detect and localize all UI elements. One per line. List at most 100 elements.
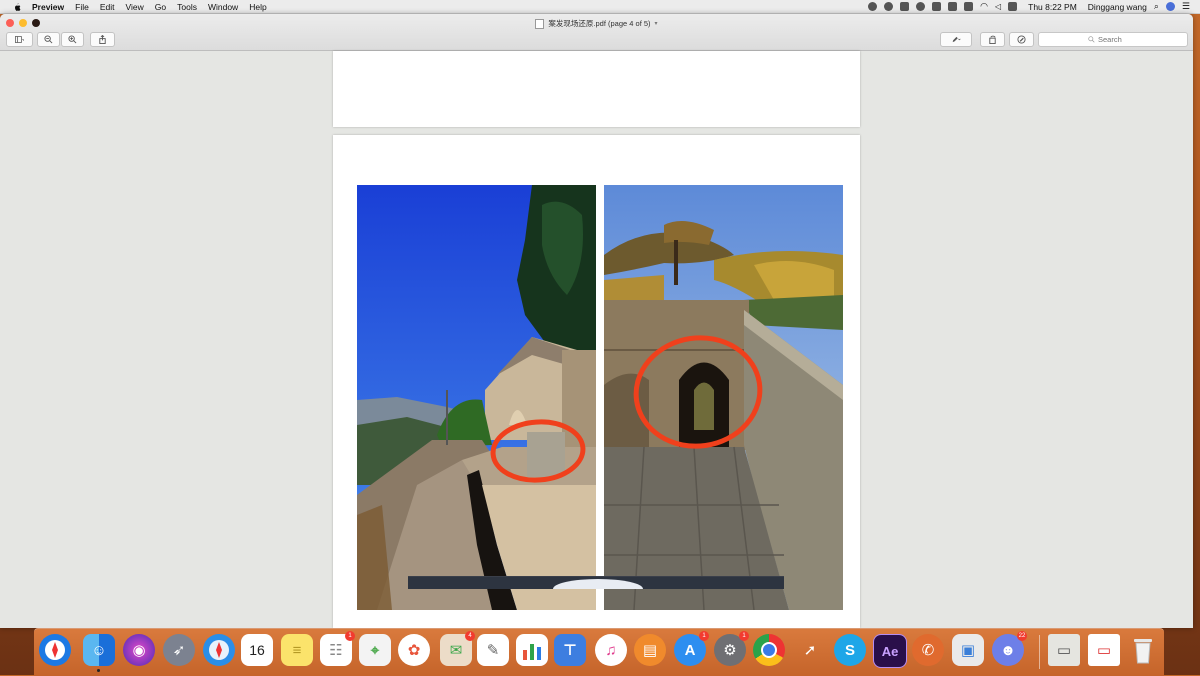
search-input[interactable]: [1098, 35, 1138, 44]
window-title-text: 案发现场还原.pdf (page 4 of 5): [548, 19, 651, 28]
markup-toolbar-button[interactable]: [1009, 32, 1034, 47]
dock-cursor-app[interactable]: ➚: [794, 634, 826, 666]
titlebar: 案发现场还原.pdf (page 4 of 5) ▾: [0, 14, 1193, 51]
status-area: ◠ ◁ Thu 8:22 PM Dinggang wang ⌕ ☰: [868, 1, 1190, 12]
pdf-page-3[interactable]: [333, 51, 860, 127]
menubar-clock[interactable]: Thu 8:22 PM: [1028, 2, 1077, 12]
dock-trash[interactable]: [1127, 634, 1159, 666]
dock-siri[interactable]: ◉: [123, 634, 155, 666]
dock-separator: [1039, 635, 1040, 669]
messages-icon: ✉: [449, 642, 463, 659]
discord-badge: 22: [1017, 631, 1027, 641]
menu-help[interactable]: Help: [249, 2, 266, 12]
after-effects-icon: Ae: [881, 643, 899, 659]
reminders-icon: ☷: [329, 642, 343, 659]
app-store-badge: 1: [699, 631, 709, 641]
dock-safari-downloads[interactable]: [39, 634, 71, 666]
pdf-page-4[interactable]: [333, 135, 860, 628]
dock-photos[interactable]: ✿: [398, 634, 430, 666]
dock-whatsapp[interactable]: ✆: [912, 634, 944, 666]
finder-icon: ☺: [91, 641, 107, 659]
running-dot: [97, 669, 100, 672]
wifi-icon[interactable]: ◠: [980, 1, 988, 12]
reminders-badge: 1: [345, 631, 355, 641]
dock-reminders[interactable]: ☷ 1: [320, 631, 355, 666]
menu-go[interactable]: Go: [155, 2, 166, 12]
dock-skype[interactable]: S: [834, 634, 866, 666]
search-icon: [1088, 36, 1095, 43]
menu-file[interactable]: File: [75, 2, 89, 12]
dock-maps[interactable]: ⌖: [359, 634, 391, 666]
status-icon-6[interactable]: [948, 2, 958, 11]
messages-badge: 4: [465, 631, 475, 641]
dock-ibooks[interactable]: ▤: [634, 634, 666, 666]
markup-pen-button[interactable]: [940, 32, 972, 47]
dock-launchpad[interactable]: ➶: [163, 634, 195, 666]
dock-system-preferences[interactable]: ⚙ 1: [714, 631, 749, 666]
rotate-icon: [989, 35, 996, 44]
markup-icon: [1017, 35, 1026, 44]
mouse-cursor-icon: ➚: [803, 642, 817, 659]
gear-icon: ⚙: [723, 642, 737, 659]
zoom-in-icon: [68, 35, 77, 44]
dock-calendar[interactable]: 16: [241, 634, 273, 666]
dock-numbers[interactable]: [516, 634, 548, 666]
app-store-icon: A: [684, 641, 696, 659]
status-icon-1[interactable]: [868, 2, 878, 11]
calendar-date: 16: [249, 642, 265, 658]
compass-icon: [45, 640, 65, 660]
status-icon-5[interactable]: [932, 2, 942, 11]
dock-messages[interactable]: ✉ 4: [440, 631, 475, 666]
zoom-in-button[interactable]: [61, 32, 84, 47]
zoom-out-button[interactable]: [37, 32, 60, 47]
share-button[interactable]: [90, 32, 115, 47]
status-icon-2[interactable]: [884, 2, 894, 11]
whatsapp-icon: ✆: [921, 642, 935, 659]
dock-app-store[interactable]: A 1: [674, 631, 709, 666]
dock-textedit[interactable]: ✎: [477, 634, 509, 666]
photo-hillside-path: [357, 185, 596, 610]
notification-center-icon[interactable]: ☰: [1182, 1, 1190, 12]
trash-icon: [1134, 639, 1152, 664]
photo-stone-archway: [604, 185, 843, 610]
keynote-icon: ⊤: [563, 642, 577, 659]
window-thumbnail-icon: ▭: [1056, 642, 1072, 659]
dock-keynote[interactable]: ⊤: [554, 634, 586, 666]
dock-minimized-window-2[interactable]: ▭: [1088, 634, 1120, 666]
menu-tools[interactable]: Tools: [177, 2, 197, 12]
search-field[interactable]: [1038, 32, 1188, 47]
volume-icon[interactable]: ◁: [995, 2, 1001, 11]
menu-view[interactable]: View: [126, 2, 144, 12]
menu-window[interactable]: Window: [208, 2, 238, 12]
spotlight-icon[interactable]: ⌕: [1154, 1, 1159, 12]
title-chevron-icon: ▾: [654, 21, 658, 27]
menubar-user[interactable]: Dinggang wang: [1088, 2, 1147, 12]
dock-safari[interactable]: [203, 634, 235, 666]
rotate-button[interactable]: [980, 32, 1005, 47]
document-viewer[interactable]: [0, 51, 1193, 628]
dock-chrome[interactable]: [753, 634, 785, 666]
status-icon-4[interactable]: [916, 2, 926, 11]
siri-icon[interactable]: [1165, 2, 1175, 11]
dock-discord[interactable]: ☻ 22: [992, 631, 1027, 666]
dock-image-capture[interactable]: ▣: [952, 634, 984, 666]
dock-itunes[interactable]: ♫: [595, 634, 627, 666]
dock-minimized-window-1[interactable]: ▭: [1048, 634, 1080, 666]
menu-app-preview[interactable]: Preview: [32, 2, 64, 12]
bar-chart-icon: [523, 644, 541, 660]
apple-menu-icon[interactable]: [12, 2, 22, 12]
textedit-icon: ✎: [486, 642, 500, 659]
window-title[interactable]: 案发现场还原.pdf (page 4 of 5) ▾: [0, 18, 1193, 29]
sidebar-toggle-button[interactable]: [6, 32, 33, 47]
dock-finder[interactable]: ☺: [83, 634, 115, 672]
menu-edit[interactable]: Edit: [100, 2, 115, 12]
chrome-icon: [761, 642, 777, 658]
input-source-icon[interactable]: [1008, 2, 1018, 11]
dock-notes[interactable]: ≡: [281, 634, 313, 666]
status-icon-3[interactable]: [900, 2, 910, 11]
rocket-icon: ➶: [172, 642, 186, 659]
compass-icon: [209, 640, 229, 660]
dock-after-effects[interactable]: Ae: [873, 634, 907, 668]
airplay-icon[interactable]: [964, 2, 974, 11]
discord-icon: ☻: [1000, 641, 1016, 659]
